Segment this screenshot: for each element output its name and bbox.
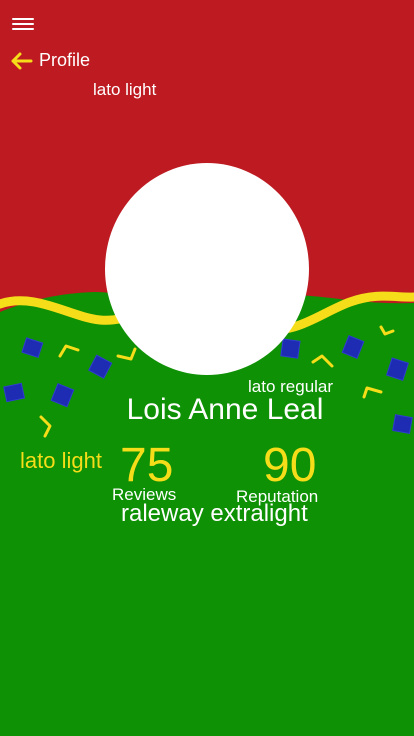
font-note-stats: lato light — [20, 448, 102, 473]
hamburger-menu-icon — [12, 18, 34, 20]
font-note-header: lato light — [93, 80, 157, 99]
font-note-bottom: raleway extralight — [121, 500, 308, 527]
profile-name: Lois Anne Leal — [126, 393, 324, 426]
hamburger-menu-icon-line — [12, 28, 34, 30]
page-title: Profile — [39, 50, 91, 70]
arrow-left-icon — [11, 52, 33, 69]
back-button[interactable]: Profile — [9, 50, 90, 71]
avatar[interactable] — [105, 163, 309, 375]
menu-button[interactable] — [12, 15, 34, 35]
hamburger-menu-icon-line — [12, 23, 34, 25]
reputation-count: 90 — [263, 439, 317, 492]
